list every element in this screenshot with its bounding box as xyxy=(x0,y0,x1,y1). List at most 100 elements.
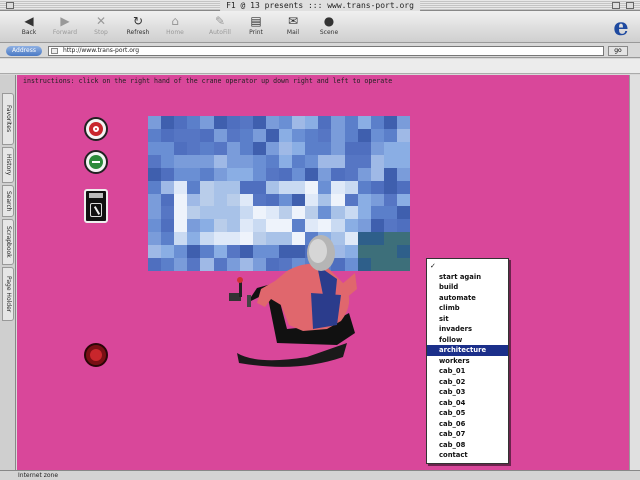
menu-item[interactable]: cab_03 xyxy=(427,387,508,398)
menu-item-label: cab_08 xyxy=(439,440,466,449)
menu-item-label: build xyxy=(439,283,459,291)
vertical-scrollbar[interactable] xyxy=(629,75,640,470)
autofill-label: AutoFill xyxy=(209,29,231,36)
minus-icon xyxy=(89,155,103,169)
collapse-box-icon[interactable] xyxy=(626,2,634,9)
go-button[interactable]: go xyxy=(608,46,628,56)
menu-item-label: contact xyxy=(439,451,468,459)
toolbar-spacer xyxy=(0,59,640,74)
menu-item-label: architecture xyxy=(439,346,487,354)
tab-favorites[interactable]: Favorites xyxy=(2,93,14,145)
checkmark-icon: ✓ xyxy=(430,262,436,270)
menu-item-label: cab_07 xyxy=(439,430,466,438)
minus-button[interactable] xyxy=(84,150,108,174)
back-arrow-icon: ◀ xyxy=(24,14,34,28)
web-page: instructions: click on the right hand of… xyxy=(17,75,629,470)
stop-label: Stop xyxy=(94,29,108,36)
dial-knob-icon xyxy=(90,203,102,217)
menu-item[interactable]: cab_01 xyxy=(427,366,508,377)
power-icon xyxy=(89,122,103,136)
address-url: http://www.trans-port.org xyxy=(63,47,140,54)
address-input[interactable]: http://www.trans-port.org xyxy=(48,46,604,56)
menu-item-label: cab_01 xyxy=(439,367,466,375)
red-dot-icon xyxy=(90,349,102,361)
instructions-text: instructions: click on the right hand of… xyxy=(23,77,393,85)
menu-item[interactable]: follow xyxy=(427,335,508,346)
navigation-dropdown-menu[interactable]: ✓ start again build automate climb sit invader… xyxy=(426,258,509,464)
menu-item-label: cab_03 xyxy=(439,388,466,396)
tab-history[interactable]: History xyxy=(2,147,14,183)
menu-item[interactable]: cab_05 xyxy=(427,408,508,419)
red-action-button[interactable] xyxy=(84,343,108,367)
window-title: F1 @ 13 presents ::: www.trans-port.org xyxy=(220,0,420,11)
menu-item[interactable]: build xyxy=(427,282,508,293)
title-bar: F1 @ 13 presents ::: www.trans-port.org xyxy=(0,0,640,11)
crane-operator-figure[interactable] xyxy=(217,233,357,369)
print-button[interactable]: ▤ Print xyxy=(241,14,271,41)
menu-item[interactable]: start again xyxy=(427,272,508,283)
crane-control-dial[interactable] xyxy=(84,189,108,223)
menu-item[interactable]: cab_08 xyxy=(427,440,508,451)
menu-item[interactable]: workers xyxy=(427,356,508,367)
address-label: Address xyxy=(6,46,42,56)
menu-item-label: cab_04 xyxy=(439,398,466,407)
tab-search[interactable]: Search xyxy=(2,185,14,217)
mail-icon: ✉ xyxy=(287,14,299,28)
menu-item[interactable]: cab_02 xyxy=(427,377,508,388)
forward-label: Forward xyxy=(52,29,78,36)
mail-button[interactable]: ✉ Mail xyxy=(278,14,308,41)
refresh-button[interactable]: ↻ Refresh xyxy=(123,14,153,41)
page-icon xyxy=(51,48,58,54)
menu-item-label: invaders xyxy=(439,325,473,333)
dial-cap-icon xyxy=(89,193,103,198)
tab-page-holder[interactable]: Page Holder xyxy=(2,267,14,321)
forward-button[interactable]: ▶ Forward xyxy=(50,14,80,41)
autofill-icon: ✎ xyxy=(214,14,226,28)
scene-button[interactable]: ● Scene xyxy=(314,14,344,41)
explorer-sidebar: Favorites History Search Scrapbook Page … xyxy=(0,75,16,470)
print-label: Print xyxy=(249,29,263,36)
menu-item-label: automate xyxy=(439,293,476,302)
menu-item[interactable]: contact xyxy=(427,450,508,461)
menu-item[interactable]: sit xyxy=(427,314,508,325)
forward-arrow-icon: ▶ xyxy=(60,14,70,28)
menu-item-label: cab_02 xyxy=(439,377,466,386)
menu-item-label: cab_05 xyxy=(439,409,466,417)
scene-icon: ● xyxy=(323,14,335,28)
print-icon: ▤ xyxy=(250,14,262,28)
menu-item[interactable]: cab_07 xyxy=(427,429,508,440)
menu-item-label: workers xyxy=(439,356,470,365)
browser-logo-icon: e xyxy=(613,12,629,41)
menu-item-label: climb xyxy=(439,304,460,312)
close-box-icon[interactable] xyxy=(6,2,14,9)
menu-item[interactable]: automate xyxy=(427,293,508,304)
address-bar: Address http://www.trans-port.org go xyxy=(0,44,640,58)
menu-item-label: sit xyxy=(439,314,449,323)
scene-label: Scene xyxy=(319,29,339,36)
status-bar: Internet zone xyxy=(0,470,640,480)
refresh-icon: ↻ xyxy=(132,14,144,28)
refresh-label: Refresh xyxy=(126,29,150,36)
home-button[interactable]: ⌂ Home xyxy=(160,14,190,41)
back-button[interactable]: ◀ Back xyxy=(14,14,44,41)
start-button[interactable] xyxy=(84,117,108,141)
menu-item[interactable]: cab_04 xyxy=(427,398,508,409)
menu-item-label: start again xyxy=(439,272,482,281)
mail-label: Mail xyxy=(286,29,300,36)
menu-item-label: follow xyxy=(439,335,463,344)
stop-button[interactable]: ✕ Stop xyxy=(86,14,116,41)
home-label: Home xyxy=(166,29,184,36)
menu-item[interactable]: architecture xyxy=(427,345,508,356)
home-icon: ⌂ xyxy=(171,14,179,28)
zoom-box-icon[interactable] xyxy=(612,2,620,9)
menu-item[interactable]: climb xyxy=(427,303,508,314)
back-label: Back xyxy=(21,29,37,36)
menu-item[interactable]: cab_06 xyxy=(427,419,508,430)
browser-toolbar: ◀ Back ▶ Forward ✕ Stop ↻ Refresh ⌂ Home… xyxy=(0,11,640,43)
menu-item-label: cab_06 xyxy=(439,419,466,428)
autofill-button[interactable]: ✎ AutoFill xyxy=(205,14,235,41)
menu-item[interactable]: invaders xyxy=(427,324,508,335)
stop-icon: ✕ xyxy=(95,14,107,28)
menu-item[interactable]: ✓ xyxy=(427,261,508,272)
tab-scrapbook[interactable]: Scrapbook xyxy=(2,219,14,265)
